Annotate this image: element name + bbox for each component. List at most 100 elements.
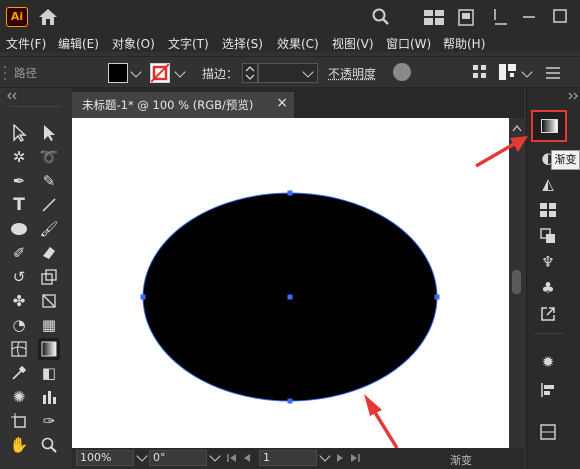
stroke-weight-stepper[interactable]: [242, 63, 258, 83]
dock-expand-icon[interactable]: [567, 92, 579, 100]
gradient-panel-button[interactable]: [531, 110, 567, 142]
stock-icon[interactable]: [458, 9, 474, 26]
transform-chevron-icon[interactable]: [521, 66, 533, 78]
layers-panel-icon[interactable]: [535, 420, 561, 444]
center-point[interactable]: [287, 294, 293, 300]
zoom-chevron-icon[interactable]: [136, 450, 148, 462]
shape-builder-tool-icon[interactable]: ◔: [8, 314, 30, 336]
menu-view[interactable]: 视图(V): [332, 35, 374, 52]
shaper-tool-icon[interactable]: ✐: [8, 242, 30, 264]
align-grid-icon[interactable]: [473, 65, 487, 79]
magic-wand-tool-icon[interactable]: ✲: [8, 146, 30, 168]
scrollbar-thumb[interactable]: [512, 270, 521, 294]
document-tab-title: 未标题-1* @ 100 % (RGB/预览): [82, 98, 254, 112]
brushes-panel-icon[interactable]: ♣: [535, 276, 561, 300]
gradient-panel-icon: [541, 119, 558, 133]
symbols-panel-icon[interactable]: ♆: [535, 250, 561, 274]
menu-effect[interactable]: 效果(C): [277, 35, 319, 52]
last-artboard-icon[interactable]: [349, 453, 361, 463]
opacity-label[interactable]: 不透明度: [328, 65, 376, 82]
appearance-panel-icon[interactable]: ◭: [535, 172, 561, 196]
scale-tool-icon[interactable]: [38, 266, 60, 288]
dock-divider: [535, 333, 563, 334]
panel-bottom-label: 渐变: [450, 454, 472, 467]
rotation-chevron-icon[interactable]: [209, 450, 221, 462]
document-tab[interactable]: 未标题-1* @ 100 % (RGB/预览) ×: [72, 92, 294, 118]
annotation-arrow-to-panel: [475, 136, 528, 168]
artboard-canvas[interactable]: [72, 118, 509, 448]
panel-menu-icon[interactable]: [546, 67, 560, 79]
menu-type[interactable]: 文字(T): [168, 35, 209, 52]
tools-panel: ✲ ➰ ✒ ✎ T 🖌 ✐ ↺ ✤ ◔ ▦ ◧ ✺ ✑ ✋: [0, 88, 70, 469]
pathfinder-panel-icon[interactable]: [535, 224, 561, 248]
pen-tool-icon[interactable]: ✒: [8, 170, 30, 192]
direct-selection-tool-icon[interactable]: [38, 122, 60, 144]
hand-tool-icon[interactable]: ✋: [8, 434, 30, 456]
fill-dropdown-chevron-icon[interactable]: [130, 66, 142, 78]
anchor-point-left[interactable]: [140, 294, 146, 300]
home-icon[interactable]: [37, 7, 59, 27]
anchor-point-bottom[interactable]: [287, 398, 293, 404]
status-bar: 100% 0° 1 渐变: [72, 448, 524, 469]
zoom-level-field[interactable]: 100%: [76, 450, 134, 466]
workspace-switcher-icon[interactable]: [424, 10, 444, 25]
menu-select[interactable]: 选择(S): [222, 35, 263, 52]
paintbrush-tool-icon[interactable]: 🖌: [38, 218, 60, 240]
blend-tool-icon[interactable]: ◧: [38, 362, 60, 384]
stroke-color-swatch[interactable]: [150, 63, 170, 83]
minimize-icon[interactable]: [493, 8, 509, 26]
symbol-sprayer-tool-icon[interactable]: ✺: [8, 386, 30, 408]
column-graph-tool-icon[interactable]: [38, 386, 60, 408]
artwork-layer: [140, 190, 440, 448]
selection-tool-icon[interactable]: [8, 122, 30, 144]
type-tool-icon[interactable]: T: [8, 194, 30, 216]
right-panel-dock: ◐ ◭ ♆ ♣ ✹: [526, 88, 580, 469]
line-tool-icon[interactable]: [38, 194, 60, 216]
zoom-tool-icon[interactable]: [38, 434, 60, 456]
lasso-tool-icon[interactable]: ➰: [38, 146, 60, 168]
gradient-tool-icon[interactable]: [38, 338, 60, 360]
eyedropper-tool-icon[interactable]: [8, 362, 30, 384]
mesh-tool-icon[interactable]: [8, 338, 30, 360]
puppet-warp-tool-icon[interactable]: ✤: [8, 290, 30, 312]
curvature-tool-icon[interactable]: ✎: [38, 170, 60, 192]
fill-color-swatch[interactable]: [108, 63, 128, 83]
recolor-artwork-icon[interactable]: [393, 63, 411, 81]
artboard-tool-icon[interactable]: [8, 410, 30, 432]
export-panel-icon[interactable]: [535, 302, 561, 326]
slice-tool-icon[interactable]: ✑: [38, 410, 60, 432]
free-transform-tool-icon[interactable]: [38, 290, 60, 312]
anchor-point-top[interactable]: [287, 190, 293, 196]
stroke-weight-label[interactable]: 描边：: [202, 65, 238, 82]
search-icon[interactable]: [372, 8, 390, 26]
artboard-chevron-icon[interactable]: [319, 450, 331, 462]
rotation-value: 0°: [153, 451, 166, 464]
panel-collapse-icon[interactable]: [6, 92, 18, 100]
anchor-point-right[interactable]: [434, 294, 440, 300]
menu-help[interactable]: 帮助(H): [443, 35, 485, 52]
artboard-number-field[interactable]: 1: [259, 450, 317, 466]
grip-icon: [4, 66, 6, 80]
rotate-tool-icon[interactable]: ↺: [8, 266, 30, 288]
close-tab-icon[interactable]: ×: [276, 95, 288, 111]
toolbar-divider: [10, 106, 60, 107]
ellipse-tool-icon[interactable]: [8, 218, 30, 240]
illustrator-window: Ai 文件(F) 编辑(E) 对象(O) 文字(T) 选择(S) 效果(C) 视…: [0, 0, 580, 469]
next-artboard-icon[interactable]: [335, 453, 345, 463]
menu-file[interactable]: 文件(F): [6, 35, 46, 52]
eraser-tool-icon[interactable]: [38, 242, 60, 264]
swatches-panel-icon[interactable]: [535, 198, 561, 222]
stroke-dropdown-chevron-icon[interactable]: [174, 66, 186, 78]
color-guide-panel-icon[interactable]: ✹: [535, 350, 561, 374]
align-panel-icon[interactable]: [535, 378, 561, 402]
menu-edit[interactable]: 编辑(E): [58, 35, 99, 52]
first-artboard-icon[interactable]: [226, 453, 238, 463]
previous-artboard-icon[interactable]: [242, 453, 252, 463]
perspective-grid-tool-icon[interactable]: ▦: [38, 314, 60, 336]
rotation-field[interactable]: 0°: [149, 450, 207, 466]
menu-window[interactable]: 窗口(W): [386, 35, 431, 52]
transform-icon[interactable]: [497, 62, 519, 82]
menu-object[interactable]: 对象(O): [112, 35, 155, 52]
maximize-window-icon[interactable]: [552, 8, 568, 24]
minimize-window-icon[interactable]: [521, 10, 537, 24]
